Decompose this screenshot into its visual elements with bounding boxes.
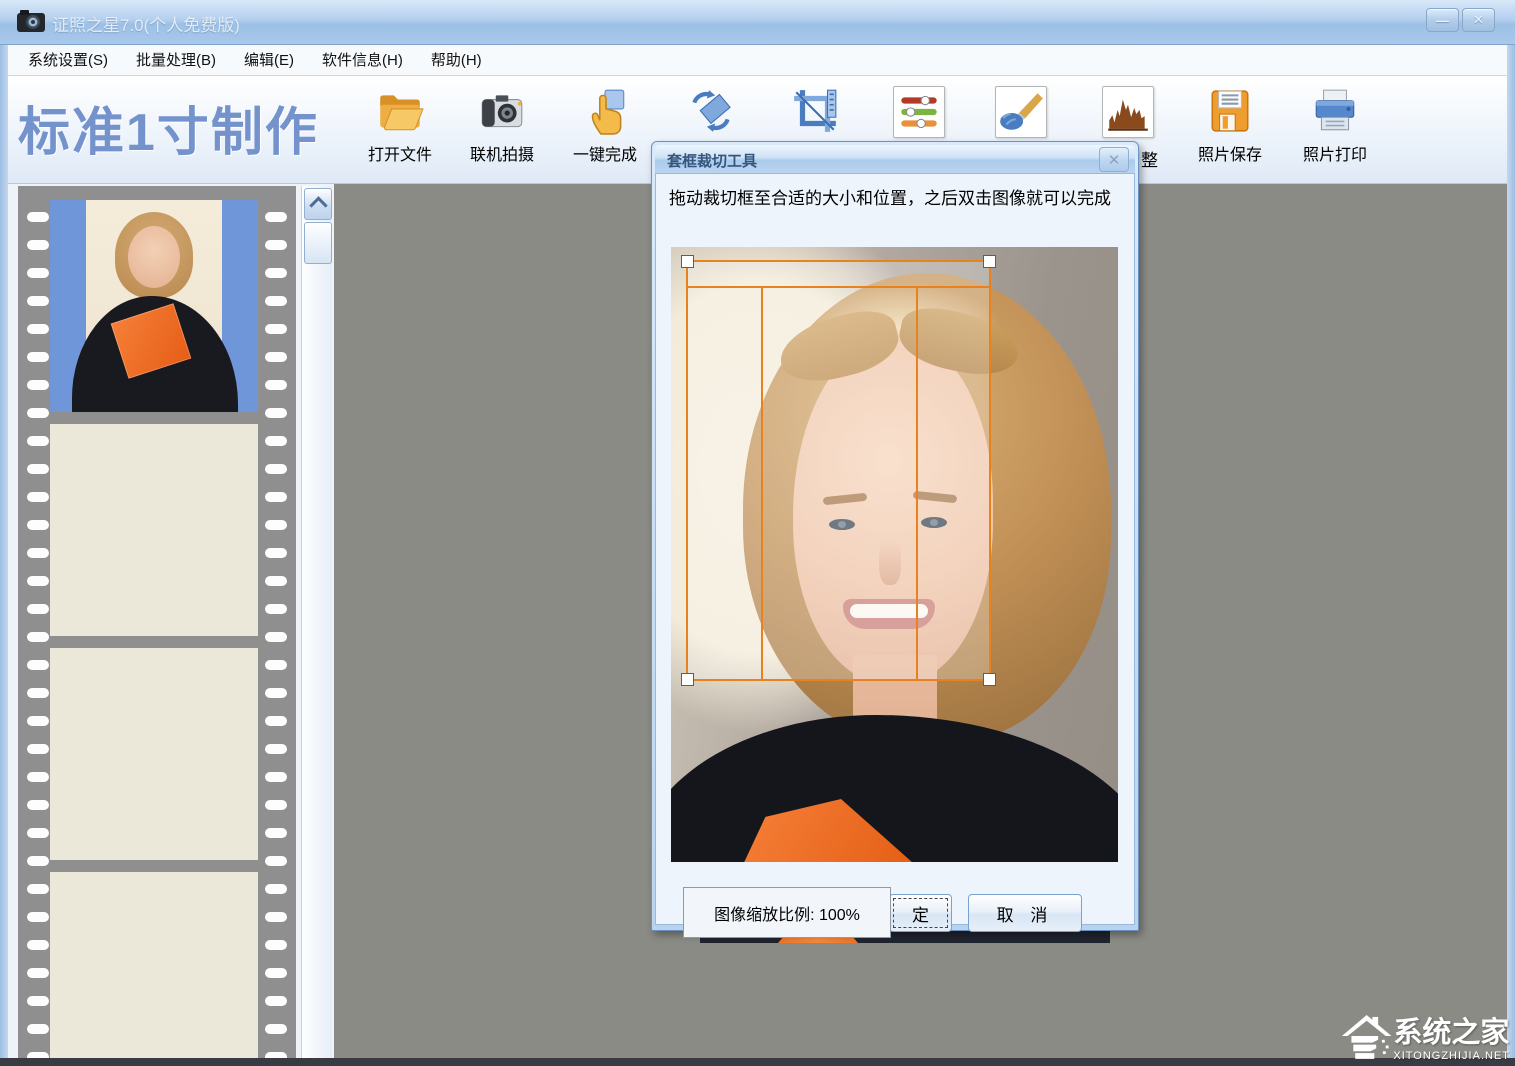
toolbar-label: 照片保存 bbox=[1182, 141, 1278, 165]
watermark: 系统之家 XITONGZHIJIA.NET bbox=[1340, 1004, 1510, 1062]
dialog-body: 拖动裁切框至合适的大小和位置，之后双击图像就可以完成 bbox=[655, 173, 1135, 925]
chevron-up-icon bbox=[309, 196, 327, 214]
thumbnail-portrait bbox=[86, 200, 222, 412]
save-floppy-icon bbox=[1205, 86, 1255, 136]
thumbnail-photo[interactable] bbox=[50, 200, 258, 412]
toolbar-color-adjust[interactable] bbox=[871, 86, 967, 143]
crop-icon bbox=[790, 86, 840, 136]
crop-guide-vertical bbox=[916, 286, 918, 679]
close-button[interactable]: ✕ bbox=[1462, 8, 1495, 32]
scale-ratio-label: 图像缩放比例: 100% bbox=[683, 887, 891, 938]
crop-guide-vertical bbox=[761, 286, 763, 679]
toolbar-rotate-tool[interactable] bbox=[663, 86, 759, 141]
film-sprocket-holes-left bbox=[26, 194, 50, 1058]
printer-icon bbox=[1310, 86, 1360, 136]
rotate-icon bbox=[686, 86, 736, 136]
dialog-title: 套框裁切工具 bbox=[667, 150, 757, 171]
filmstrip-scrollbar[interactable] bbox=[301, 186, 332, 1058]
toolbar-retouch-brush[interactable] bbox=[973, 86, 1069, 143]
crop-photo-canvas[interactable] bbox=[671, 247, 1118, 862]
crop-frame[interactable] bbox=[686, 260, 991, 681]
camera-icon bbox=[477, 86, 527, 136]
toolbar-label: 联机拍摄 bbox=[454, 141, 550, 165]
crop-handle-bottom-right[interactable] bbox=[983, 673, 996, 686]
window-title: 证照之星7.0(个人免费版) bbox=[52, 11, 240, 36]
toolbar-one-click-finish[interactable]: 一键完成 bbox=[557, 86, 653, 165]
film-sprocket-holes-right bbox=[264, 194, 288, 1058]
toolbar-histogram-adjust[interactable] bbox=[1080, 86, 1176, 138]
window-border-bottom bbox=[0, 1058, 1515, 1066]
film-frame-empty bbox=[50, 424, 258, 636]
window-border-left bbox=[0, 44, 8, 1066]
menu-edit[interactable]: 编辑(E) bbox=[244, 49, 294, 70]
film-frame-empty bbox=[50, 648, 258, 860]
scrollbar-thumb[interactable] bbox=[304, 222, 332, 264]
filmstrip-panel bbox=[8, 183, 334, 1058]
cancel-button[interactable]: 取 消 bbox=[968, 894, 1082, 932]
crop-guide-horizontal bbox=[688, 286, 989, 288]
app-window: 证照之星7.0(个人免费版) — ✕ 系统设置(S) 批量处理(B) 编辑(E)… bbox=[0, 0, 1515, 1066]
folder-open-icon bbox=[375, 86, 425, 136]
filmstrip bbox=[18, 186, 296, 1058]
crop-dialog: 套框裁切工具 ✕ 拖动裁切框至合适的大小和位置，之后双击图像就可以完成 bbox=[651, 141, 1139, 931]
histogram-icon bbox=[1102, 86, 1154, 138]
brush-icon bbox=[995, 86, 1047, 138]
page-title: 标准1寸制作 bbox=[18, 90, 319, 165]
toolbar-print-photo[interactable]: 照片打印 bbox=[1287, 86, 1383, 165]
menu-help[interactable]: 帮助(H) bbox=[431, 49, 482, 70]
toolbar-label: 照片打印 bbox=[1287, 141, 1383, 165]
menu-software-info[interactable]: 软件信息(H) bbox=[322, 49, 403, 70]
toolbar-camera-capture[interactable]: 联机拍摄 bbox=[454, 86, 550, 165]
ok-button[interactable]: 定 bbox=[889, 894, 952, 932]
crop-handle-top-right[interactable] bbox=[983, 255, 996, 268]
ok-button-label: 定 bbox=[893, 898, 948, 928]
toolbar-save-photo[interactable]: 照片保存 bbox=[1182, 86, 1278, 165]
watermark-site-name: 系统之家 bbox=[1393, 1019, 1510, 1048]
hand-click-icon bbox=[580, 86, 630, 136]
dialog-instruction: 拖动裁切框至合适的大小和位置，之后双击图像就可以完成 bbox=[669, 184, 1125, 209]
watermark-house-icon bbox=[1340, 1010, 1393, 1062]
film-frame-empty bbox=[50, 872, 258, 1058]
menu-batch-process[interactable]: 批量处理(B) bbox=[136, 49, 216, 70]
watermark-site-domain: XITONGZHIJIA.NET bbox=[1393, 1051, 1510, 1062]
toolbar-open-file[interactable]: 打开文件 bbox=[352, 86, 448, 165]
window-border-right bbox=[1507, 44, 1515, 1066]
menu-system-settings[interactable]: 系统设置(S) bbox=[28, 49, 108, 70]
toolbar-label: 打开文件 bbox=[352, 141, 448, 165]
toolbar-crop-tool[interactable] bbox=[767, 86, 863, 141]
dialog-close-button[interactable]: ✕ bbox=[1099, 147, 1129, 172]
menubar: 系统设置(S) 批量处理(B) 编辑(E) 软件信息(H) 帮助(H) bbox=[8, 44, 1507, 76]
dialog-titlebar[interactable]: 套框裁切工具 ✕ bbox=[655, 145, 1135, 173]
minimize-button[interactable]: — bbox=[1426, 8, 1459, 32]
toolbar-label: 一键完成 bbox=[557, 141, 653, 165]
close-icon: ✕ bbox=[1463, 9, 1494, 31]
app-logo-camera-icon bbox=[16, 8, 46, 34]
minimize-icon: — bbox=[1427, 9, 1458, 31]
crop-handle-bottom-left[interactable] bbox=[681, 673, 694, 686]
portrait-sweater bbox=[671, 715, 1118, 862]
toolbar-label-partial: 整 bbox=[1141, 146, 1158, 171]
scroll-up-button[interactable] bbox=[304, 188, 332, 220]
titlebar[interactable]: 证照之星7.0(个人免费版) — ✕ bbox=[0, 0, 1515, 45]
close-icon: ✕ bbox=[1100, 148, 1128, 171]
sliders-icon bbox=[893, 86, 945, 138]
crop-handle-top-left[interactable] bbox=[681, 255, 694, 268]
